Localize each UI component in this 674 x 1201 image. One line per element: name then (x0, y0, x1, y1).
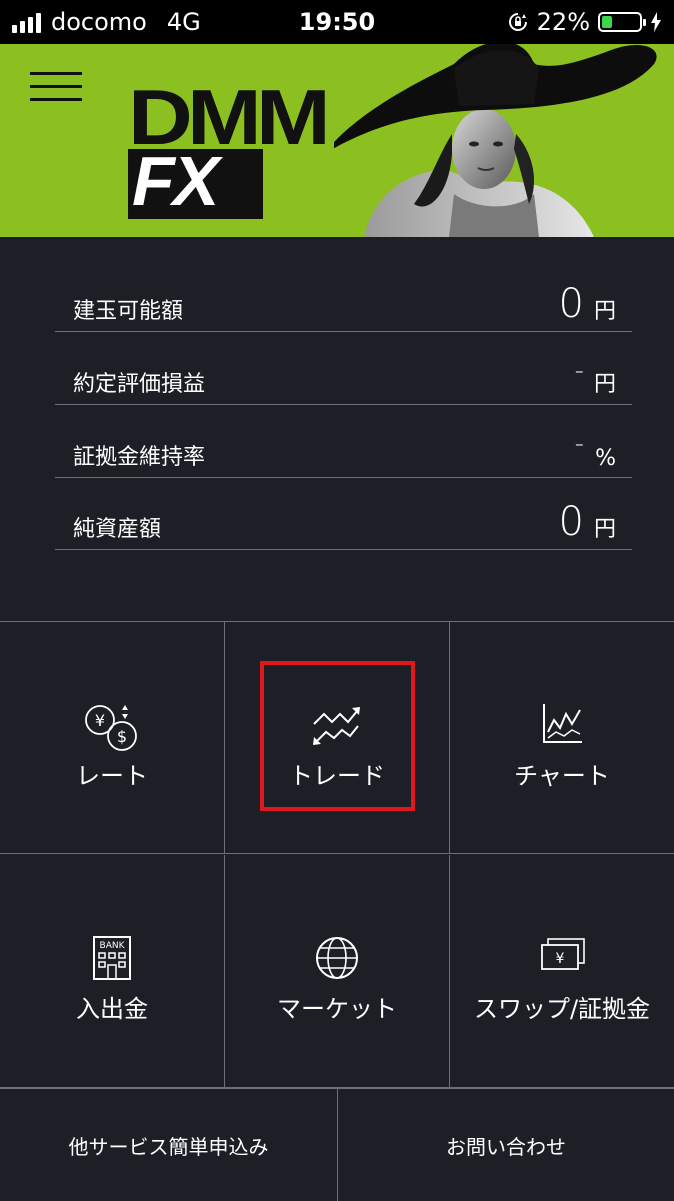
other-services-link[interactable]: 他サービス簡単申込み (0, 1089, 338, 1201)
hamburger-menu-icon[interactable] (30, 72, 82, 104)
svg-text:¥: ¥ (95, 711, 105, 730)
menu-tile-trade[interactable]: トレード (225, 622, 450, 854)
charging-bolt-icon (651, 12, 661, 32)
summary-label: 建玉可能額 (73, 299, 184, 324)
summary-value: 0 (558, 281, 584, 327)
summary-unit: 円 (593, 299, 616, 324)
menu-tile-market[interactable]: マーケット (225, 855, 450, 1088)
currency-exchange-icon: ¥ $ (85, 705, 137, 751)
summary-unit: 円 (593, 517, 616, 542)
svg-text:¥: ¥ (556, 951, 565, 967)
menu-tile-swap-margin[interactable]: ¥ スワップ/証拠金 (450, 855, 674, 1088)
banknote-icon: ¥ (541, 938, 585, 970)
chart-icon (543, 704, 582, 743)
model-photo (334, 44, 657, 237)
menu-tile-rate[interactable]: ¥ $ レート (0, 622, 225, 854)
summary-label: 純資産額 (73, 517, 162, 542)
menu-label: レート (76, 762, 148, 790)
battery-percent: 22% (536, 8, 590, 36)
battery-icon (598, 12, 646, 32)
summary-value: - (574, 356, 584, 386)
trade-arrows-icon (313, 707, 360, 745)
svg-text:BANK: BANK (100, 941, 126, 951)
summary-label: 証拠金維持率 (73, 445, 206, 470)
summary-row-available-margin: 建玉可能額 0 円 (55, 261, 632, 332)
svg-text:$: $ (117, 727, 127, 746)
account-summary: 建玉可能額 0 円 約定評価損益 - 円 証拠金維持率 - % 純資産額 0 円 (0, 237, 674, 621)
summary-unit: 円 (593, 372, 616, 397)
globe-icon (316, 937, 358, 979)
menu-label: トレード (289, 762, 385, 790)
menu-label: スワップ/証拠金 (473, 995, 651, 1023)
menu-tile-deposit-withdraw[interactable]: BANK 入出金 (0, 855, 225, 1088)
bank-icon: BANK (93, 936, 131, 980)
summary-unit: % (595, 446, 616, 471)
summary-label: 約定評価損益 (73, 372, 206, 397)
summary-row-net-assets: 純資産額 0 円 (55, 479, 632, 550)
rotation-lock-icon (508, 13, 527, 31)
status-bar: docomo 4G 19:50 22% (0, 0, 674, 44)
contact-link[interactable]: お問い合わせ (338, 1089, 674, 1201)
menu-grid: ¥ $ レート トレード チャート BANK 入出金 マーケット ¥ スワップ/… (0, 621, 674, 1088)
menu-label: 入出金 (76, 995, 148, 1023)
summary-row-margin-ratio: 証拠金維持率 - % (55, 407, 632, 478)
summary-value: 0 (558, 499, 584, 545)
menu-label: マーケット (277, 995, 397, 1023)
menu-tile-chart[interactable]: チャート (450, 622, 674, 854)
status-right: 22% (507, 8, 662, 36)
logo-fx: FX (132, 142, 219, 220)
summary-value: - (574, 429, 584, 459)
summary-row-unrealized-pl: 約定評価損益 - 円 (55, 334, 632, 405)
header-banner: DMM FX (0, 44, 674, 237)
bottom-links: 他サービス簡単申込み お問い合わせ (0, 1088, 674, 1201)
menu-label: チャート (514, 762, 610, 790)
